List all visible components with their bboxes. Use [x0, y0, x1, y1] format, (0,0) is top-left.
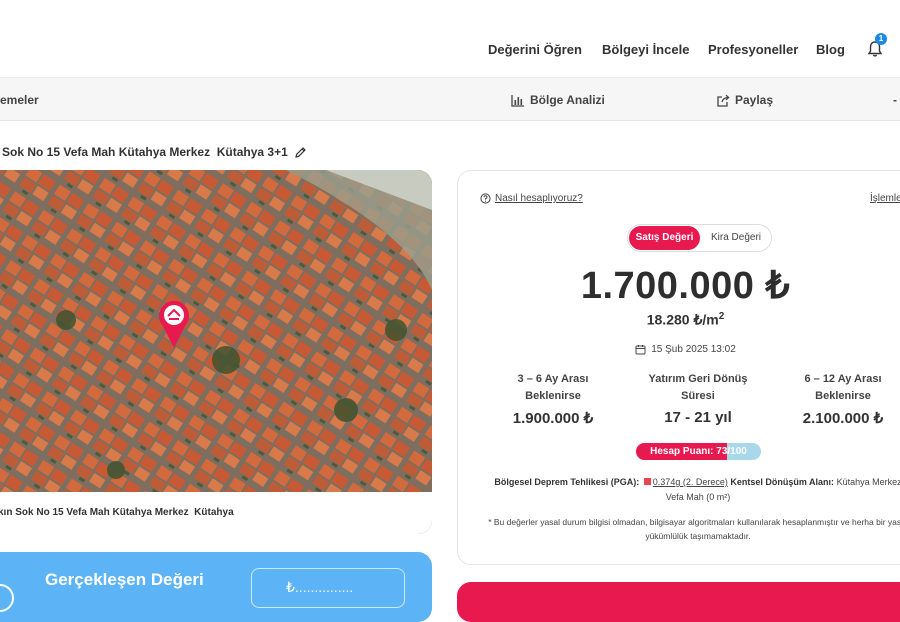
satellite-map[interactable]: kın Sok No 15 Vefa Mah Kütahya Merkez Kü…	[0, 170, 432, 534]
bar-chart-icon	[511, 94, 524, 107]
how-we-calculate-label: Nasıl hesaplıyoruz?	[495, 193, 583, 204]
stat-label-line2: Süresi	[681, 390, 715, 402]
question-circle-icon	[480, 193, 491, 204]
hazard-color-swatch	[643, 478, 651, 485]
price-per-m2: 18.280 ₺/m2	[458, 311, 900, 329]
property-address: Sok No 15 Vefa Mah Kütahya Merkez Kütahy…	[2, 145, 307, 159]
documents-link[interactable]: emeler	[0, 93, 39, 107]
urban-transformation-label: Kentsel Dönüşüm Alanı:	[730, 477, 835, 487]
promo-card[interactable]	[457, 582, 900, 622]
region-analysis-label: Bölge Analizi	[530, 93, 605, 107]
tab-rent-value[interactable]: Kira Değeri	[700, 226, 772, 250]
stat-label-line1: 3 – 6 Ay Arası	[517, 373, 589, 385]
realized-value-input[interactable]: ₺...............	[251, 568, 405, 608]
location-pin-icon	[159, 300, 189, 348]
nav-professionals[interactable]: Profesyoneller	[708, 42, 798, 57]
price-per-m2-value: 18.280 ₺/m	[646, 311, 719, 328]
action-bar: emeler Bölge Analizi Paylaş -	[0, 78, 900, 121]
documents-label: emeler	[0, 93, 39, 107]
calculation-score-bar: Hesap Puanı: 73/100	[636, 443, 761, 460]
satellite-image	[0, 170, 432, 534]
quake-label: Bölgesel Deprem Tehlikesi (PGA):	[494, 477, 640, 487]
tab-sale-value[interactable]: Satış Değeri	[629, 226, 700, 250]
stat-value: 17 - 21 yıl	[664, 409, 732, 426]
valuation-card: Nasıl hesaplıyoruz? İşlemle Satış Değeri…	[457, 170, 900, 565]
calendar-icon	[635, 345, 646, 355]
stat-label-line1: 6 – 12 Ay Arası	[804, 373, 882, 385]
per-m2-sup: 2	[718, 311, 725, 322]
value-type-toggle: Satış Değeri Kira Değeri	[627, 224, 772, 252]
estimated-price: 1.700.000 ₺	[580, 265, 791, 307]
stat-label-line1: Yatırım Geri Dönüş	[648, 373, 748, 385]
actions-link[interactable]: İşlemle	[870, 193, 900, 204]
notification-badge: 1	[875, 33, 887, 45]
share-icon	[717, 94, 730, 107]
quake-value[interactable]: 0.374g (2. Derece)	[653, 477, 728, 487]
stat-value: 2.100.000 ₺	[802, 410, 884, 427]
realized-value-title: Gerçekleşen Değeri	[45, 570, 204, 589]
how-we-calculate-link[interactable]: Nasıl hesaplıyoruz?	[480, 193, 583, 204]
valuation-date-text: 15 Şub 2025 13:02	[651, 344, 736, 355]
realized-value-card: Gerçekleşen Değeri ₺...............	[0, 552, 432, 622]
radio-circle-icon[interactable]	[0, 584, 14, 612]
stat-value: 1.900.000 ₺	[512, 410, 594, 427]
disclaimer: * Bu değerler yasal durum bilgisi olmada…	[488, 517, 900, 541]
stat-label-line2: Beklenirse	[815, 390, 871, 402]
pencil-icon[interactable]	[294, 146, 307, 159]
stat-roi-period: Yatırım Geri Dönüş Süresi 17 - 21 yıl	[623, 371, 773, 426]
earthquake-info: Bölgesel Deprem Tehlikesi (PGA): 0.374g …	[488, 475, 900, 505]
top-navigation: Değerini Öğren Bölgeyi İncele Profesyone…	[0, 0, 900, 78]
more-button[interactable]: -	[893, 93, 897, 107]
nav-blog[interactable]: Blog	[816, 42, 845, 57]
address-text: Sok No 15 Vefa Mah Kütahya Merkez Kütahy…	[2, 145, 288, 159]
valuation-date: 15 Şub 2025 13:02	[458, 344, 900, 355]
region-analysis-button[interactable]: Bölge Analizi	[511, 93, 605, 107]
share-label: Paylaş	[735, 93, 774, 107]
nav-explore-region[interactable]: Bölgeyi İncele	[602, 42, 689, 57]
score-label: Hesap Puanı: 73/100	[650, 446, 747, 457]
map-caption: kın Sok No 15 Vefa Mah Kütahya Merkez Kü…	[0, 492, 432, 534]
stat-3-6-months: 3 – 6 Ay Arası Beklenirse 1.900.000 ₺	[478, 371, 628, 427]
nav-learn-value[interactable]: Değerini Öğren	[488, 42, 582, 57]
stat-6-12-months: 6 – 12 Ay Arası Beklenirse 2.100.000 ₺	[768, 371, 900, 427]
share-button[interactable]: Paylaş	[716, 93, 773, 107]
stat-label-line2: Beklenirse	[525, 390, 581, 402]
